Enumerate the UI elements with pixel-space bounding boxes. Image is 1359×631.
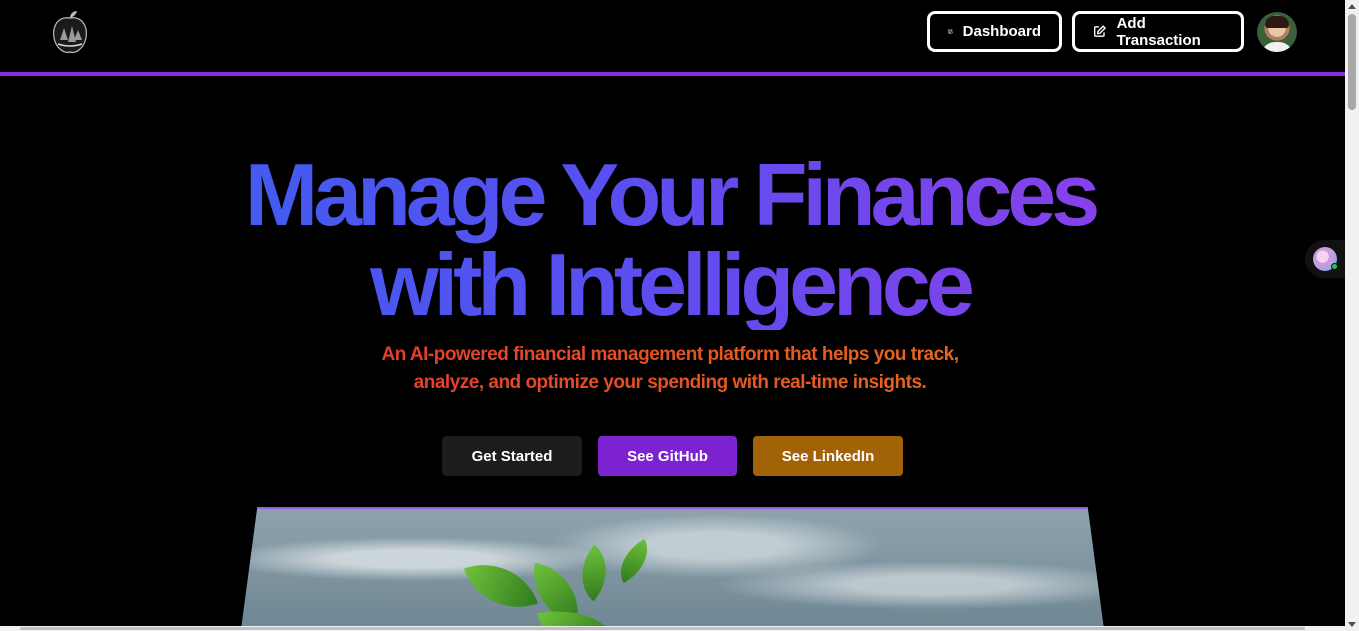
get-started-button[interactable]: Get Started: [442, 436, 582, 476]
scroll-down-icon[interactable]: [1348, 622, 1356, 627]
scroll-up-icon[interactable]: [1348, 4, 1356, 9]
hero-subtitle-line-1: An AI-powered financial management platf…: [381, 344, 959, 365]
pen-square-icon: [1094, 25, 1107, 37]
apple-tree-logo-icon[interactable]: [48, 10, 92, 56]
header-divider: [0, 72, 1345, 76]
user-avatar[interactable]: [1257, 12, 1297, 52]
dashboard-button[interactable]: Dashboard: [927, 11, 1062, 52]
hero-subtitle: An AI-powered financial management platf…: [340, 341, 1000, 397]
hero-title: Manage Your Finances with Intelligence: [150, 150, 1190, 330]
horizontal-scrollbar[interactable]: [0, 626, 1345, 631]
layout-grid-icon: [948, 29, 953, 34]
hero-title-line-2: with Intelligence: [370, 235, 970, 334]
top-navbar: Dashboard Add Transaction: [0, 0, 1345, 73]
hero-subtitle-line-2: analyze, and optimize your spending with…: [413, 372, 927, 393]
see-github-button[interactable]: See GitHub: [598, 436, 737, 476]
vertical-scrollbar-thumb[interactable]: [1348, 14, 1356, 110]
dashboard-label: Dashboard: [962, 23, 1041, 40]
horizontal-scrollbar-thumb[interactable]: [20, 627, 1305, 630]
add-transaction-button[interactable]: Add Transaction: [1072, 11, 1244, 52]
see-linkedin-button[interactable]: See LinkedIn: [753, 436, 903, 476]
chat-assistant-widget[interactable]: [1305, 240, 1345, 278]
vertical-scrollbar[interactable]: [1345, 0, 1359, 631]
add-transaction-label: Add Transaction: [1116, 14, 1201, 49]
hero-title-line-1: Manage Your Finances: [244, 145, 1096, 244]
hero-plant-image: [240, 507, 1105, 631]
online-status-dot: [1331, 263, 1338, 270]
